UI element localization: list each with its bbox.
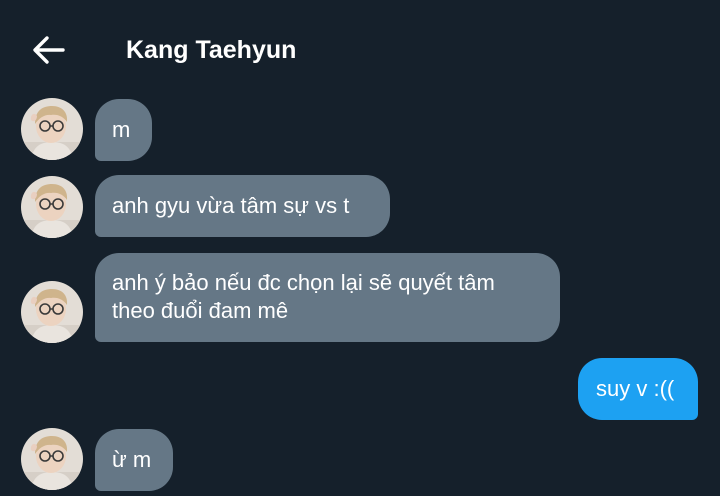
avatar[interactable] [21, 428, 83, 490]
message-bubble-outgoing[interactable]: suy v :(( [578, 358, 698, 420]
message-text-line: anh ý bảo nếu đc chọn lại sẽ quyết tâm [112, 270, 495, 295]
message-bubble-incoming[interactable]: m [95, 99, 152, 161]
message-text: anh gyu vừa tâm sự vs t [112, 193, 350, 218]
avatar[interactable] [21, 98, 83, 160]
arrow-left-icon [33, 36, 65, 64]
avatar[interactable] [21, 281, 83, 343]
message-text: suy v :(( [596, 376, 675, 401]
message-bubble-incoming[interactable]: anh ý bảo nếu đc chọn lại sẽ quyết tâm t… [95, 253, 560, 342]
message-text: ừ m [112, 447, 152, 472]
conversation-title: Kang Taehyun [126, 36, 297, 64]
avatar[interactable] [21, 176, 83, 238]
message-bubble-incoming[interactable]: anh gyu vừa tâm sự vs t [95, 175, 390, 237]
message-bubble-incoming[interactable]: ừ m [95, 429, 173, 491]
back-button[interactable] [30, 33, 66, 67]
message-text: m [112, 117, 131, 142]
message-text-line: theo đuổi đam mê [112, 298, 289, 323]
conversation-header: Kang Taehyun [0, 0, 720, 96]
